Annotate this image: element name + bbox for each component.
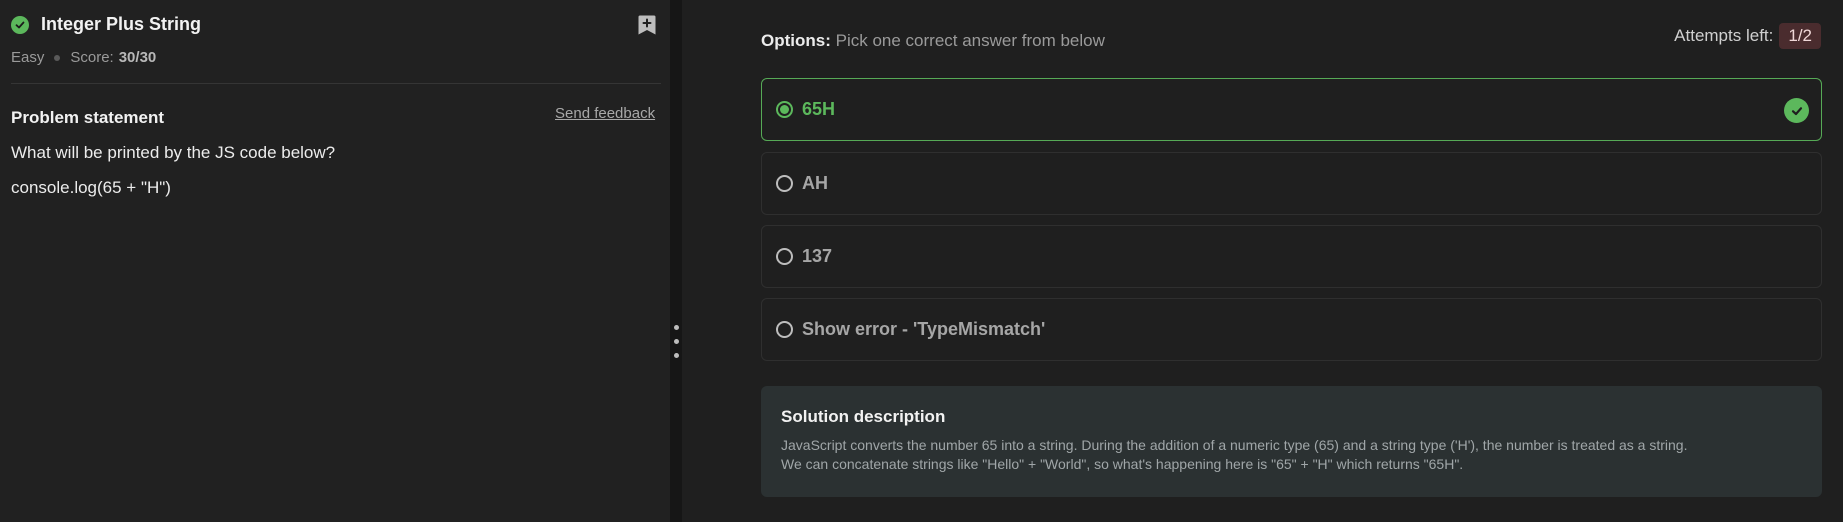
- option-137[interactable]: 137: [761, 225, 1822, 288]
- problem-panel: Integer Plus String Easy Score: 30/30 Pr…: [0, 0, 670, 522]
- radio-fill: [780, 105, 789, 114]
- option-ah[interactable]: AH: [761, 152, 1822, 215]
- question-text: What will be printed by the JS code belo…: [11, 143, 336, 162]
- difficulty-label: Easy: [11, 49, 45, 66]
- option-show-error[interactable]: Show error - 'TypeMismatch': [761, 298, 1822, 361]
- radio-button[interactable]: [776, 175, 793, 192]
- option-label: 137: [802, 246, 833, 266]
- radio-button[interactable]: [776, 321, 793, 338]
- send-feedback-link[interactable]: Send feedback: [555, 105, 655, 122]
- option-label: Show error - 'TypeMismatch': [802, 319, 1046, 339]
- divider-line: [11, 83, 661, 84]
- score-label: Score:: [70, 49, 114, 66]
- option-65h[interactable]: 65H: [761, 78, 1822, 141]
- problem-title-row: Integer Plus String: [11, 14, 201, 35]
- solution-text-line-2: We can concatenate strings like "Hello" …: [781, 456, 1464, 472]
- attempts-badge: 1/2: [1779, 23, 1821, 49]
- problem-meta: Easy Score: 30/30: [11, 49, 156, 66]
- drag-dot-icon: [674, 325, 679, 330]
- radio-button[interactable]: [776, 248, 793, 265]
- solution-text-line-1: JavaScript converts the number 65 into a…: [781, 437, 1688, 453]
- solution-description: Solution description JavaScript converts…: [761, 386, 1822, 497]
- solved-check-icon: [11, 15, 29, 34]
- answer-panel: Options: Pick one correct answer from be…: [682, 0, 1843, 522]
- drag-dot-icon: [674, 339, 679, 344]
- options-instruction: Pick one correct answer from below: [835, 31, 1105, 50]
- code-snippet: console.log(65 + "H"): [11, 178, 171, 197]
- problem-statement-heading: Problem statement: [11, 108, 165, 127]
- attempts-label: Attempts left:: [1674, 26, 1774, 45]
- option-label: AH: [802, 173, 828, 193]
- solution-title: Solution description: [781, 407, 946, 426]
- problem-title: Integer Plus String: [41, 14, 202, 34]
- radio-button-selected[interactable]: [776, 101, 793, 118]
- options-label: Options:: [761, 31, 831, 50]
- score-value: 30/30: [118, 49, 157, 66]
- attempts-left: Attempts left: 1/2: [1674, 23, 1821, 49]
- options-header: Options: Pick one correct answer from be…: [761, 31, 1105, 51]
- option-label: 65H: [802, 99, 836, 119]
- correct-check-icon: [1784, 98, 1809, 123]
- bookmark-add-icon[interactable]: [637, 14, 657, 36]
- separator-dot: [54, 54, 61, 61]
- panel-resize-handle[interactable]: [670, 0, 682, 522]
- drag-dot-icon: [674, 353, 679, 358]
